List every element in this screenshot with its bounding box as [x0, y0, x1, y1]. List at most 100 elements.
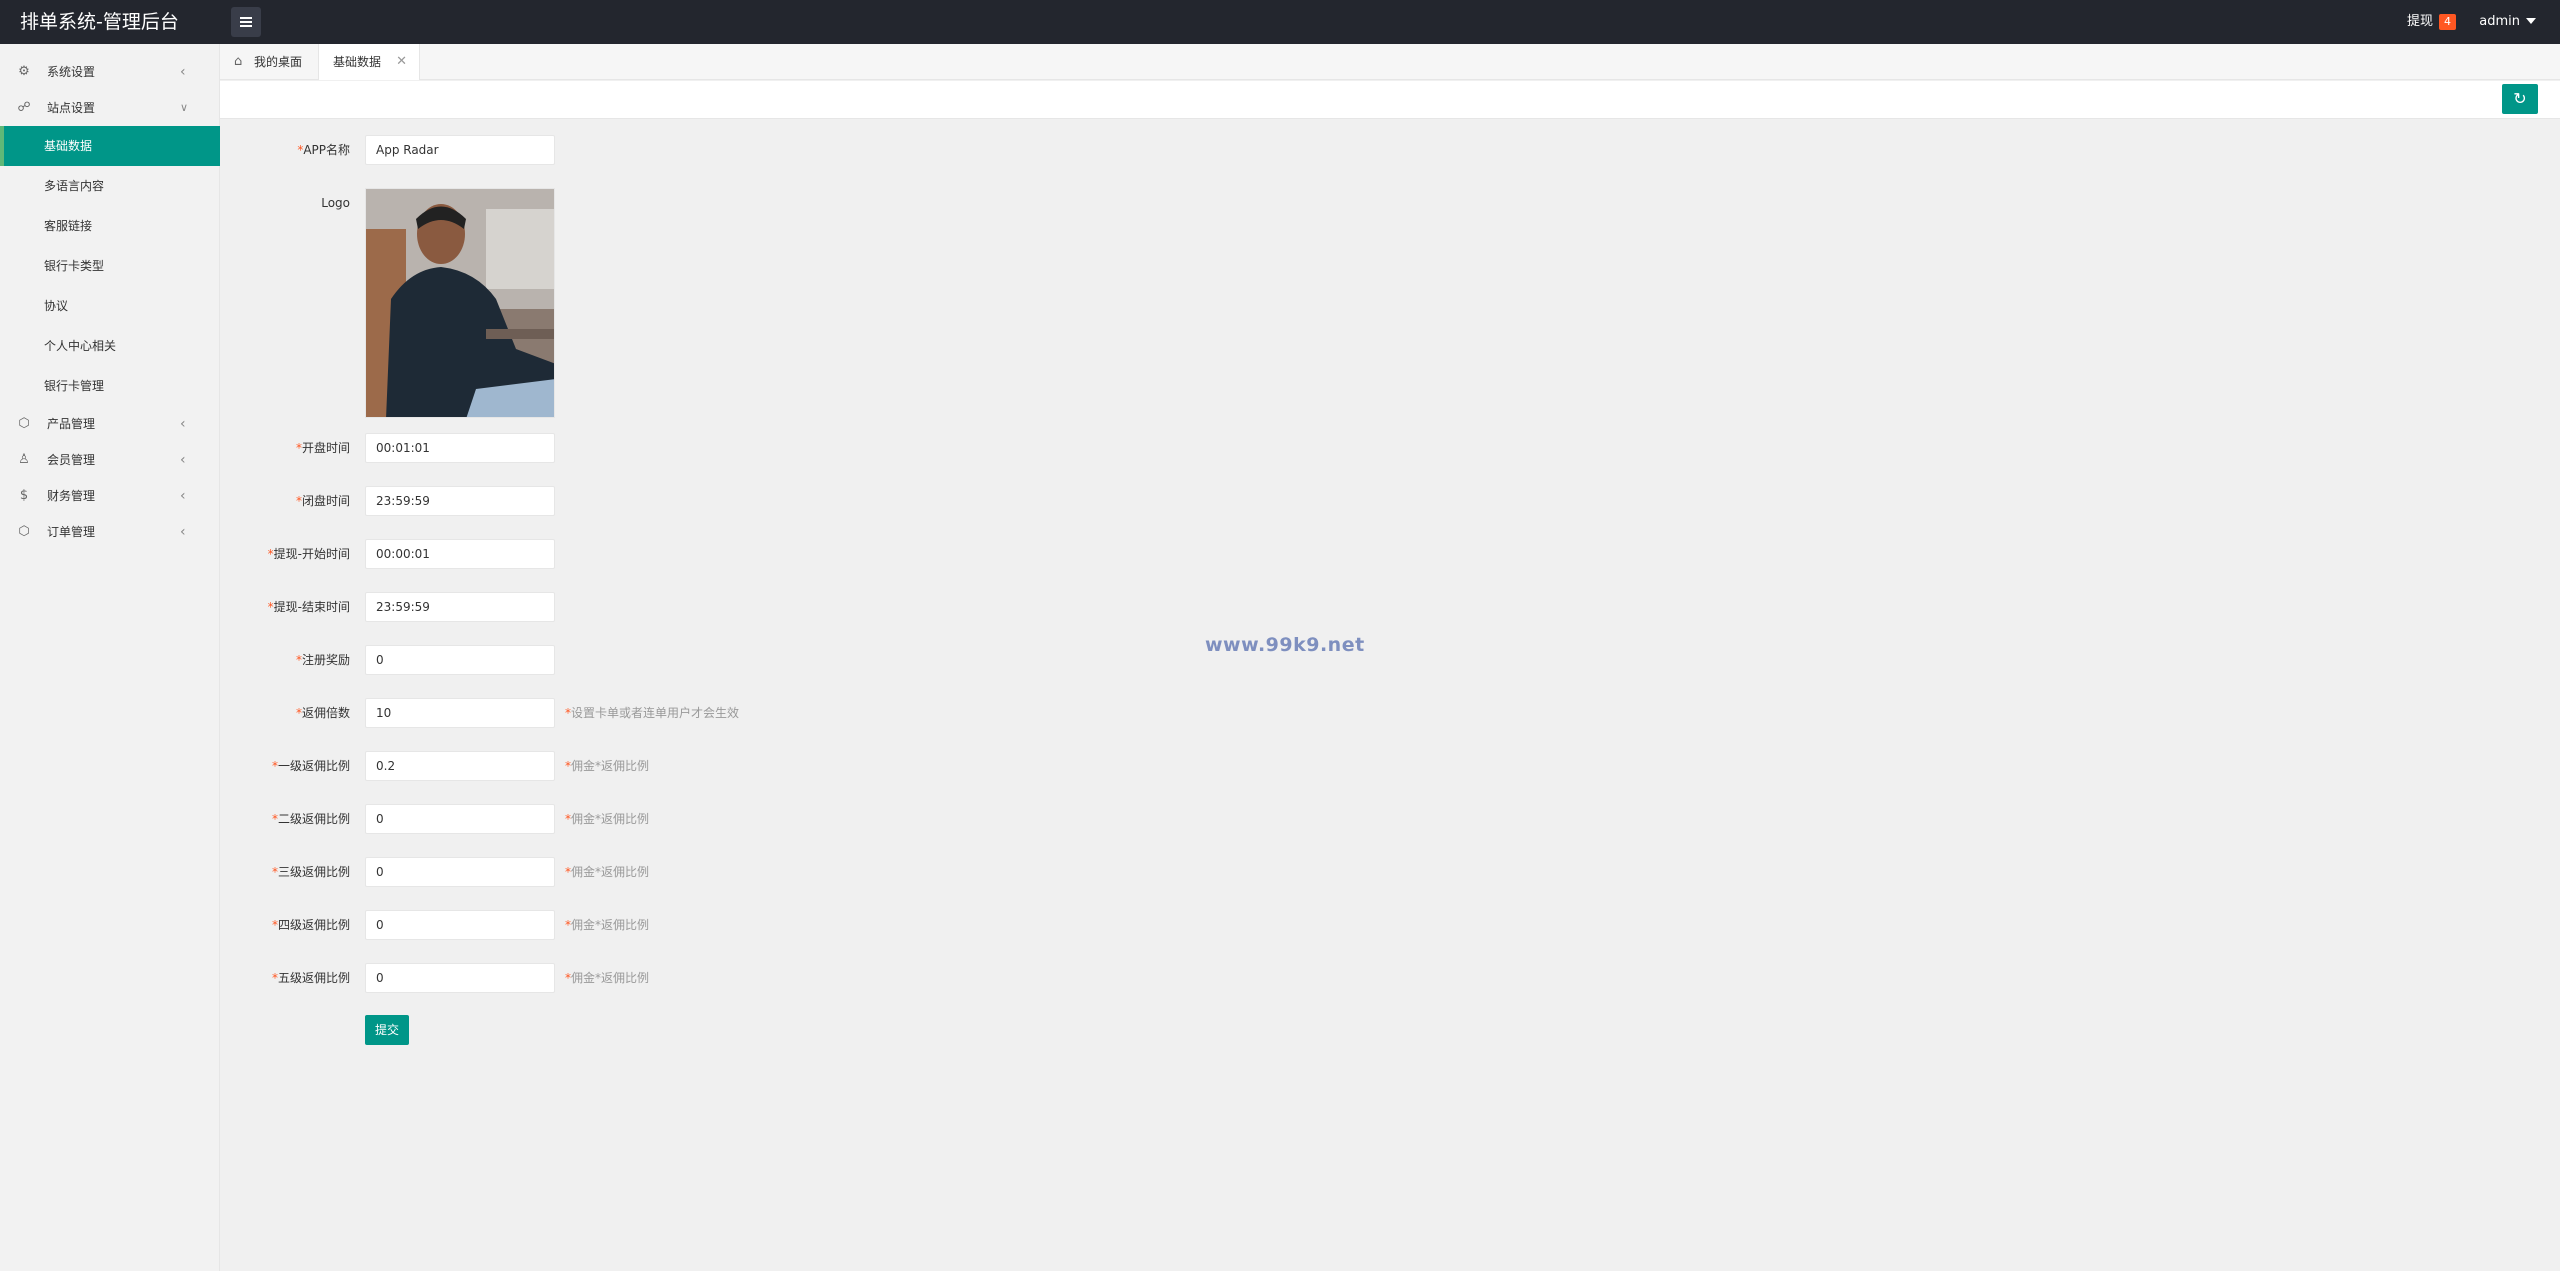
field-label: *一级返佣比例: [220, 751, 350, 781]
field-label: *注册奖励: [220, 645, 350, 675]
close-time-input[interactable]: 23:59:59: [365, 486, 555, 516]
field-tip-text: 设置卡单或者连单用户才会生效: [571, 706, 740, 720]
tab-label: 我的桌面: [254, 55, 303, 69]
sidebar-subitem-agreement[interactable]: 协议: [0, 286, 220, 326]
chevron-left-icon: ‹: [180, 488, 186, 504]
field-label-text: 开盘时间: [301, 441, 350, 455]
field-tip: *佣金*返佣比例: [565, 910, 649, 940]
form-row-level5-rate: *五级返佣比例 0 *佣金*返佣比例: [220, 963, 1420, 993]
sidebar-item-site-settings[interactable]: ☍ 站点设置 ∨: [0, 90, 220, 126]
app-name-input[interactable]: App Radar: [365, 135, 555, 165]
form-row-commission-multiple: *返佣倍数 10 *设置卡单或者连单用户才会生效: [220, 698, 1420, 728]
sidebar-subitem-personal-center[interactable]: 个人中心相关: [0, 326, 220, 366]
field-tip-text: 佣金*返佣比例: [571, 759, 650, 773]
sidebar-subitem-card-manage[interactable]: 银行卡管理: [0, 366, 220, 406]
field-tip: *设置卡单或者连单用户才会生效: [565, 698, 739, 728]
product-icon: ⬡: [18, 416, 30, 431]
commission-multiple-input[interactable]: 10: [365, 698, 555, 728]
submit-button[interactable]: 提交: [365, 1015, 409, 1045]
withdraw-count-badge: 4: [2439, 13, 2456, 30]
field-tip: *佣金*返佣比例: [565, 857, 649, 887]
form-row-level3-rate: *三级返佣比例 0 *佣金*返佣比例: [220, 857, 1420, 887]
level4-rate-input[interactable]: 0: [365, 910, 555, 940]
level3-rate-input[interactable]: 0: [365, 857, 555, 887]
field-tip-text: 佣金*返佣比例: [571, 918, 650, 932]
menu-toggle-button[interactable]: [231, 7, 261, 37]
basic-data-form: *APP名称 App Radar Logo *开盘时间 00:01:01 *闭盘…: [220, 120, 2560, 1271]
field-label-text: 闭盘时间: [301, 494, 350, 508]
chevron-left-icon: ‹: [180, 64, 186, 80]
form-row-app-name: *APP名称 App Radar: [220, 135, 1420, 165]
user-name: admin: [2479, 14, 2520, 29]
sidebar-subitem-basic-data[interactable]: 基础数据: [0, 126, 220, 166]
sidebar-subitem-label: 多语言内容: [44, 179, 105, 193]
chevron-left-icon: ‹: [180, 452, 186, 468]
sidebar-subitem-label: 基础数据: [44, 139, 93, 153]
sidebar-subitem-label: 协议: [44, 299, 69, 313]
level2-rate-input[interactable]: 0: [365, 804, 555, 834]
field-tip: *佣金*返佣比例: [565, 804, 649, 834]
order-icon: ⬡: [18, 524, 30, 539]
level1-rate-input[interactable]: 0.2: [365, 751, 555, 781]
sidebar-item-member[interactable]: ♙ 会员管理 ‹: [0, 442, 220, 478]
sidebar-subitem-label: 个人中心相关: [44, 339, 117, 353]
field-label-text: 注册奖励: [301, 653, 350, 667]
withdraw-end-input[interactable]: 23:59:59: [365, 592, 555, 622]
field-label: *闭盘时间: [220, 486, 350, 516]
field-label-text: 四级返佣比例: [277, 918, 350, 932]
sidebar-subitem-multilang[interactable]: 多语言内容: [0, 166, 220, 206]
app-title: 排单系统-管理后台: [20, 11, 179, 33]
sidebar-item-label: 财务管理: [47, 489, 96, 503]
sidebar-subitem-service-link[interactable]: 客服链接: [0, 206, 220, 246]
open-time-input[interactable]: 00:01:01: [365, 433, 555, 463]
withdraw-link[interactable]: 提现 4: [2407, 0, 2456, 44]
sidebar-item-system-settings[interactable]: ⚙ 系统设置 ‹: [0, 54, 220, 90]
close-icon[interactable]: ✕: [396, 44, 407, 80]
sidebar-subitem-label: 客服链接: [44, 219, 93, 233]
field-label-text: 提现-开始时间: [273, 547, 350, 561]
field-label: *二级返佣比例: [220, 804, 350, 834]
sidebar-item-product[interactable]: ⬡ 产品管理 ‹: [0, 406, 220, 442]
field-label: *提现-开始时间: [220, 539, 350, 569]
chevron-left-icon: ‹: [180, 416, 186, 432]
watermark-text: www.99k9.net: [1205, 634, 1365, 656]
logo-photo: [366, 189, 554, 417]
form-row-close-time: *闭盘时间 23:59:59: [220, 486, 1420, 516]
field-tip: *佣金*返佣比例: [565, 963, 649, 993]
tab-basic-data[interactable]: 基础数据 ✕: [318, 44, 420, 80]
sidebar-item-order[interactable]: ⬡ 订单管理 ‹: [0, 514, 220, 550]
level5-rate-input[interactable]: 0: [365, 963, 555, 993]
tab-label: 基础数据: [333, 55, 382, 69]
field-label: *四级返佣比例: [220, 910, 350, 940]
field-label-text: 二级返佣比例: [277, 812, 350, 826]
refresh-icon: ↻: [2513, 89, 2527, 108]
field-tip-text: 佣金*返佣比例: [571, 812, 650, 826]
refresh-button[interactable]: ↻: [2502, 84, 2538, 114]
sidebar-subitem-label: 银行卡管理: [44, 379, 105, 393]
user-menu[interactable]: admin: [2479, 0, 2536, 44]
home-icon: ⌂: [234, 54, 243, 69]
form-row-logo: Logo: [220, 188, 1420, 418]
sidebar-item-finance[interactable]: $ 财务管理 ‹: [0, 478, 220, 514]
sidebar-item-label: 订单管理: [47, 525, 96, 539]
field-label-text: 返佣倍数: [301, 706, 350, 720]
field-label-text: 提现-结束时间: [273, 600, 350, 614]
caret-down-icon: [2526, 17, 2536, 24]
chevron-left-icon: ‹: [180, 524, 186, 540]
sidebar-subitem-card-type[interactable]: 银行卡类型: [0, 246, 220, 286]
logo-image[interactable]: [365, 188, 555, 418]
sidebar-item-label: 系统设置: [47, 65, 96, 79]
field-label: *返佣倍数: [220, 698, 350, 728]
field-label-text: 一级返佣比例: [277, 759, 350, 773]
dollar-icon: $: [19, 488, 29, 503]
form-row-level1-rate: *一级返佣比例 0.2 *佣金*返佣比例: [220, 751, 1420, 781]
field-tip: *佣金*返佣比例: [565, 751, 649, 781]
register-reward-input[interactable]: 0: [365, 645, 555, 675]
field-label-text: Logo: [321, 196, 350, 210]
field-label: Logo: [220, 188, 350, 218]
withdraw-start-input[interactable]: 00:00:01: [365, 539, 555, 569]
form-row-level4-rate: *四级返佣比例 0 *佣金*返佣比例: [220, 910, 1420, 940]
tab-my-desktop[interactable]: ⌂ 我的桌面: [220, 44, 318, 80]
user-icon: ♙: [18, 452, 30, 467]
field-label: *开盘时间: [220, 433, 350, 463]
